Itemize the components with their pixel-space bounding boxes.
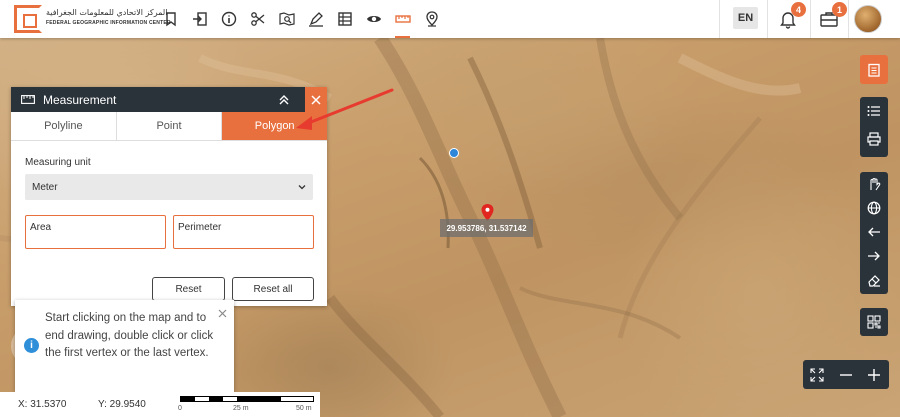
eraser-icon (868, 275, 880, 287)
measurement-panel-header[interactable]: Measurement (11, 87, 327, 112)
arrow-right-icon (868, 251, 880, 261)
print-icon (867, 132, 881, 146)
chevron-down-icon (298, 185, 306, 190)
area-field[interactable]: Area (25, 215, 166, 249)
hand-icon (870, 177, 881, 191)
measurement-panel: Measurement Polyline Point Polygon Measu… (11, 87, 328, 306)
location-pin-icon (425, 11, 438, 27)
measurement-tabs: Polyline Point Polygon (11, 112, 328, 141)
globe-icon (867, 201, 881, 215)
tooltip-text: Start clicking on the map and to end dra… (45, 312, 214, 359)
header-divider (810, 0, 811, 38)
scale-label-start: 0 (178, 405, 182, 412)
coordinates-status-bar: X: 31.5370 Y: 29.9540 (0, 392, 180, 417)
reset-button[interactable]: Reset (152, 277, 225, 301)
scale-bar-graphic (180, 396, 314, 402)
location-button[interactable] (417, 0, 446, 38)
notifications-badge: 4 (791, 2, 806, 17)
header-divider (719, 0, 720, 38)
print-button[interactable] (860, 125, 888, 153)
area-label: Area (30, 222, 52, 233)
draw-button[interactable] (301, 0, 330, 38)
zoom-out-button[interactable] (832, 360, 861, 389)
perimeter-field[interactable]: Perimeter (173, 215, 314, 249)
app-header: المركز الاتحادي للمعلومات الجغرافية FEDE… (0, 0, 900, 38)
perimeter-label: Perimeter (178, 222, 222, 233)
scale-bar: 0 25 m 50 m (178, 392, 320, 417)
qr-code-button[interactable] (860, 308, 888, 336)
current-location-marker (449, 148, 459, 158)
measure-icon (394, 15, 411, 23)
logo[interactable]: المركز الاتحادي للمعلومات الجغرافية FEDE… (14, 5, 171, 33)
reset-all-button[interactable]: Reset all (232, 277, 314, 301)
list-icon (867, 106, 880, 116)
annotation-arrow-icon (296, 88, 394, 130)
bookmark-button[interactable] (156, 0, 185, 38)
login-button[interactable] (185, 0, 214, 38)
notifications-button[interactable]: 4 (774, 2, 806, 33)
header-divider (767, 0, 768, 38)
scissors-icon (250, 12, 264, 26)
legend-button[interactable] (860, 97, 888, 125)
next-extent-button[interactable] (860, 244, 888, 268)
minus-icon (839, 373, 852, 376)
qr-code-icon (867, 315, 881, 329)
expand-icon (810, 367, 824, 382)
logo-mark-icon (14, 5, 42, 33)
fullscreen-button[interactable] (803, 360, 832, 389)
zoom-in-button[interactable] (860, 360, 889, 389)
info-icon (221, 11, 236, 27)
clip-button[interactable] (243, 0, 272, 38)
info-icon: i (24, 338, 39, 353)
clipboard-list-icon (868, 63, 880, 77)
measuring-unit-value: Meter (32, 182, 58, 193)
info-button[interactable] (214, 0, 243, 38)
map-search-icon (278, 12, 295, 26)
arrow-left-icon (868, 227, 880, 237)
scale-label-end: 50 m (296, 405, 312, 412)
qr-controls (860, 308, 888, 336)
clear-button[interactable] (860, 268, 888, 292)
user-avatar[interactable] (854, 5, 882, 33)
layers-panel-button[interactable] (860, 55, 888, 84)
logo-arabic-text: المركز الاتحادي للمعلومات الجغرافية (46, 8, 168, 17)
main-toolbar (156, 0, 446, 38)
bookmark-icon (165, 12, 176, 27)
header-divider (848, 0, 849, 38)
table-icon (337, 12, 352, 26)
full-extent-button[interactable] (860, 196, 888, 220)
collapse-icon[interactable] (276, 91, 292, 107)
scale-label-mid: 25 m (233, 405, 249, 412)
ruler-icon (21, 95, 35, 104)
list-print-controls (860, 97, 888, 157)
measuring-unit-select[interactable]: Meter (25, 174, 313, 200)
measuring-unit-label: Measuring unit (25, 157, 91, 168)
login-icon (192, 12, 207, 26)
tab-polyline[interactable]: Polyline (11, 112, 117, 140)
tab-point[interactable]: Point (117, 112, 223, 140)
zoom-controls (803, 360, 889, 389)
drawing-help-tooltip: Start clicking on the map and to end dra… (15, 300, 234, 392)
pan-button[interactable] (860, 172, 888, 196)
messages-badge: 1 (832, 2, 847, 17)
measurement-panel-title: Measurement (43, 93, 117, 107)
language-toggle[interactable]: EN (733, 7, 758, 29)
navigation-controls (860, 172, 888, 294)
x-coordinate: X: 31.5370 (18, 399, 67, 410)
coordinate-readout: 29.953786, 31.537142 (440, 219, 533, 237)
measure-button[interactable] (388, 0, 417, 38)
visibility-button[interactable] (359, 0, 388, 38)
close-icon[interactable] (218, 309, 227, 318)
eye-icon (366, 16, 381, 22)
table-button[interactable] (330, 0, 359, 38)
messages-button[interactable]: 1 (815, 2, 847, 33)
y-coordinate: Y: 29.9540 (98, 399, 146, 410)
map-search-button[interactable] (272, 0, 301, 38)
previous-extent-button[interactable] (860, 220, 888, 244)
draw-icon (308, 12, 323, 27)
plus-icon (868, 368, 881, 381)
logo-english-text: FEDERAL GEOGRAPHIC INFORMATION CENTER (46, 20, 171, 26)
